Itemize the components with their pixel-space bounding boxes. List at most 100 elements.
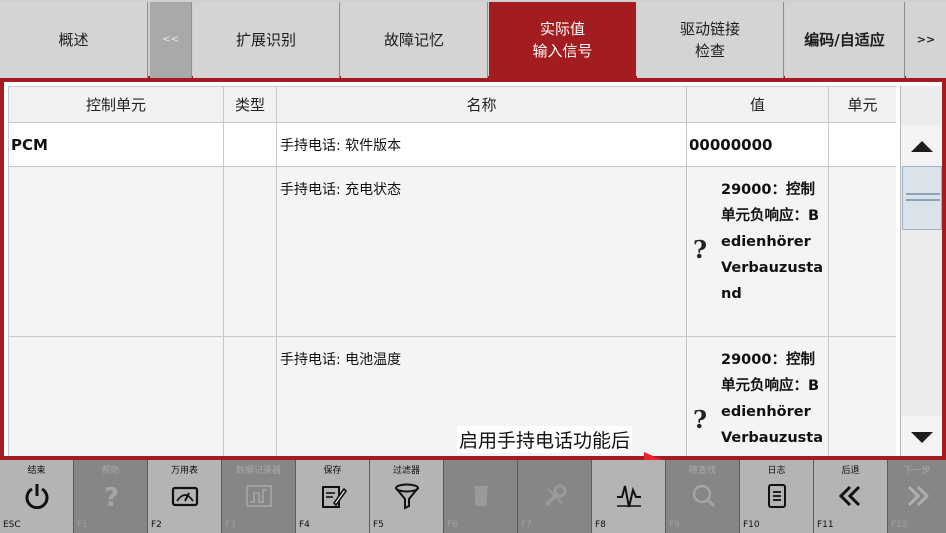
multimeter-button[interactable]: 万用表 F2	[148, 460, 222, 533]
multimeter-icon	[148, 476, 221, 516]
filter-button[interactable]: 过滤器 F5	[370, 460, 444, 533]
data-logger-button-label: 数据记录器	[235, 466, 281, 476]
cell-value: ? 29000：控制单元负响应：Bedienhörer Verbauzustan…	[686, 336, 829, 456]
values-panel: 控制单元 类型 名称 值 单元 PCM 手持电话: 软件版本 00000000	[0, 78, 946, 460]
data-logger-button[interactable]: 数据记录器 F3	[222, 460, 296, 533]
scroll-down-button[interactable]	[901, 416, 942, 456]
header-value[interactable]: 值	[686, 86, 829, 123]
vertical-scrollbar[interactable]	[900, 86, 942, 456]
tab-drive-link-line2: 检查	[694, 42, 725, 60]
cell-unit	[828, 166, 896, 337]
back-button[interactable]: 后退 F11	[814, 460, 888, 533]
cell-type	[223, 122, 277, 167]
fault-search-button-key: F9	[669, 520, 680, 530]
tab-bar: 概述 << 扩展识别 故障记忆 实际值 输入信号 驱动链接 检查 编码/自适应 …	[0, 0, 946, 78]
header-unit[interactable]: 单元	[828, 86, 896, 123]
tab-scroll-left-label: <<	[162, 34, 179, 45]
tab-drive-link-check[interactable]: 驱动链接 检查	[637, 2, 784, 78]
log-icon	[740, 476, 813, 516]
log-button[interactable]: 日志 F10	[740, 460, 814, 533]
log-button-label: 日志	[767, 466, 786, 476]
f6-button[interactable]: F6	[444, 460, 518, 533]
data-logger-button-key: F3	[225, 520, 236, 530]
fault-search-icon	[666, 476, 739, 516]
log-button-key: F10	[743, 520, 760, 530]
f6-button-key: F6	[447, 520, 458, 530]
filter-button-key: F5	[373, 520, 384, 530]
oscilloscope-button[interactable]: F8	[592, 460, 666, 533]
annotation-text: 启用手持电话功能后	[457, 426, 633, 453]
tab-actual-values-line2: 输入信号	[532, 42, 593, 60]
function-key-bar: 结束 ESC 帮助 ? F1 万用表 F2 数据记录器 F3 保存 F4 过滤器	[0, 460, 946, 533]
back-button-key: F11	[817, 520, 834, 530]
value-box: ? 29000：控制单元负响应：Bedienhörer Verbauzustan…	[687, 167, 828, 307]
table-header-row: 控制单元 类型 名称 值 单元	[8, 86, 896, 123]
multimeter-button-key: F2	[151, 520, 162, 530]
scroll-thumb-grip	[906, 199, 940, 201]
filter-button-label: 过滤器	[392, 466, 420, 476]
tab-actual-values[interactable]: 实际值 输入信号	[489, 2, 636, 78]
cell-name: 手持电话: 软件版本	[276, 122, 687, 167]
tools-icon	[518, 476, 591, 516]
cell-unit	[828, 336, 896, 456]
value-text: 29000：控制单元负响应：Bedienhörer Verbauzustand	[721, 182, 824, 302]
values-table-viewport: 控制单元 类型 名称 值 单元 PCM 手持电话: 软件版本 00000000	[8, 86, 896, 456]
tab-coding-adaptation[interactable]: 编码/自适应	[785, 2, 905, 78]
end-button-label: 结束	[27, 466, 46, 476]
end-button-key: ESC	[3, 520, 21, 530]
save-icon	[296, 476, 369, 516]
values-table: 控制单元 类型 名称 值 单元 PCM 手持电话: 软件版本 00000000	[8, 86, 896, 456]
next-icon	[888, 476, 946, 516]
scroll-up-button[interactable]	[901, 125, 942, 167]
table-row[interactable]: PCM 手持电话: 软件版本 00000000	[8, 122, 896, 167]
header-type[interactable]: 类型	[223, 86, 277, 123]
cell-control-unit	[8, 336, 224, 456]
data-logger-icon	[222, 476, 295, 516]
cell-type	[223, 336, 277, 456]
question-mark-icon: ?	[693, 235, 708, 264]
oscilloscope-icon	[592, 476, 665, 516]
fault-search-button[interactable]: 障查找 F9	[666, 460, 740, 533]
svg-text:?: ?	[104, 483, 119, 511]
tab-scroll-left-button[interactable]: <<	[150, 2, 192, 78]
end-button[interactable]: 结束 ESC	[0, 460, 74, 533]
trash-icon	[444, 476, 517, 516]
value-text: 29000：控制单元负响应：Bedienhörer Verbauzustand	[721, 352, 824, 446]
cell-control-unit: PCM	[8, 122, 224, 167]
filter-icon	[370, 476, 443, 516]
scroll-thumb[interactable]	[902, 166, 942, 230]
help-icon: ?	[74, 476, 147, 516]
tab-fault-memory-label: 故障记忆	[383, 31, 444, 49]
cell-value: ? 29000：控制单元负响应：Bedienhörer Verbauzustan…	[686, 166, 829, 337]
power-icon	[0, 476, 73, 516]
tab-drive-link-line1: 驱动链接	[679, 20, 740, 38]
table-row[interactable]: 手持电话: 充电状态 ? 29000：控制单元负响应：Bedienhörer V…	[8, 166, 896, 337]
tab-extended-id[interactable]: 扩展识别	[193, 2, 340, 78]
oscilloscope-button-key: F8	[595, 520, 606, 530]
multimeter-button-label: 万用表	[170, 466, 198, 476]
arrow-up-icon	[911, 140, 933, 152]
f7-button-key: F7	[521, 520, 532, 530]
f7-button[interactable]: F7	[518, 460, 592, 533]
table-row[interactable]: 手持电话: 电池温度 ? 29000：控制单元负响应：Bedienhörer V…	[8, 336, 896, 456]
header-control-unit[interactable]: 控制单元	[8, 86, 224, 123]
tab-scroll-right-button[interactable]: >>	[906, 2, 946, 78]
arrow-down-icon	[911, 431, 933, 443]
next-button-key: F12	[891, 520, 908, 530]
value-box: ? 29000：控制单元负响应：Bedienhörer Verbauzustan…	[687, 337, 828, 456]
cell-name: 手持电话: 充电状态	[276, 166, 687, 337]
back-icon	[814, 476, 887, 516]
cell-type	[223, 166, 277, 337]
save-button[interactable]: 保存 F4	[296, 460, 370, 533]
next-button-label: 下一步	[903, 466, 931, 476]
header-name[interactable]: 名称	[276, 86, 687, 123]
next-button[interactable]: 下一步 F12	[888, 460, 946, 533]
cell-value: 00000000	[686, 122, 829, 167]
help-button-label: 帮助	[101, 466, 120, 476]
tab-coding-label: 编码/自适应	[804, 31, 885, 49]
cell-unit	[828, 122, 896, 167]
tab-fault-memory[interactable]: 故障记忆	[341, 2, 488, 78]
tab-overview[interactable]: 概述	[0, 2, 148, 78]
help-button-key: F1	[77, 520, 88, 530]
help-button[interactable]: 帮助 ? F1	[74, 460, 148, 533]
